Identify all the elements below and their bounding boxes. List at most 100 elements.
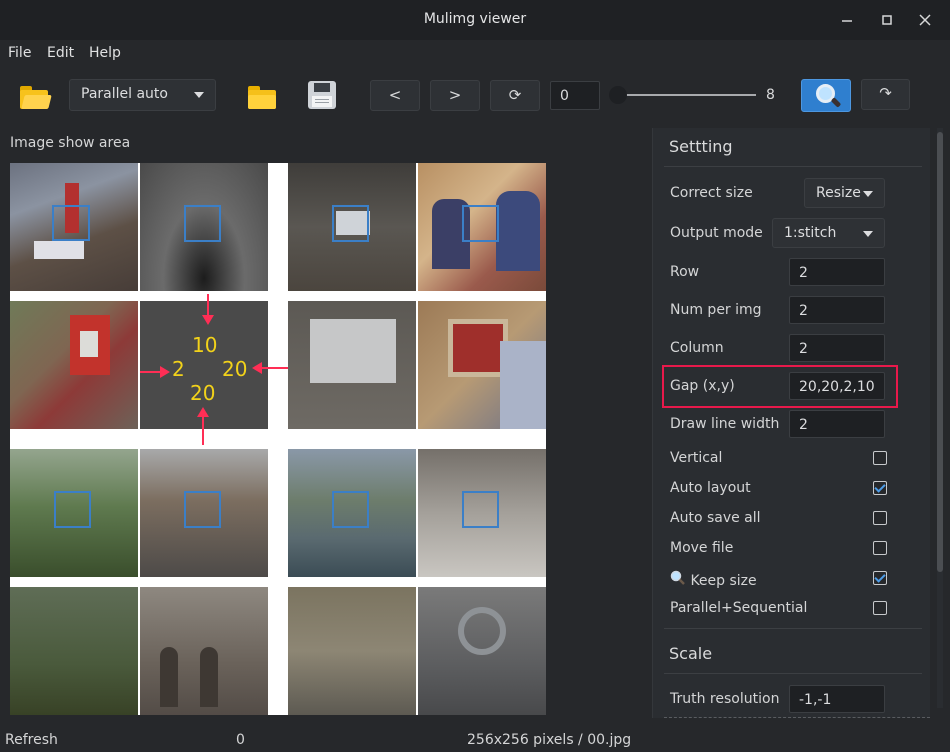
- image-tile: [418, 301, 546, 429]
- selection-box: [462, 491, 499, 528]
- image-tile: [418, 449, 546, 577]
- next-button[interactable]: >: [430, 80, 480, 111]
- chevron-down-icon: [863, 191, 873, 197]
- index-input[interactable]: 0: [550, 81, 600, 110]
- arrowhead-right-icon: [160, 366, 170, 378]
- image-tile: [140, 449, 268, 577]
- image-tile: [418, 163, 546, 291]
- magnifier-icon: [802, 80, 852, 113]
- auto-save-all-checkbox[interactable]: [873, 511, 887, 525]
- rotate-button[interactable]: ↷: [861, 79, 910, 110]
- index-slider[interactable]: [614, 94, 756, 96]
- truth-resolution-label: Truth resolution: [670, 691, 780, 707]
- auto-save-all-label: Auto save all: [670, 510, 761, 526]
- selection-box: [184, 205, 221, 242]
- num-per-img-input[interactable]: 2: [789, 296, 885, 324]
- image-tile: [288, 587, 416, 715]
- gap-highlight-box: [662, 365, 898, 408]
- scale-title: Scale: [669, 644, 713, 663]
- arrow-left-icon: [260, 367, 288, 369]
- image-tile: [288, 301, 416, 429]
- save-icon[interactable]: [308, 81, 336, 109]
- scale-divider: [664, 628, 922, 629]
- correct-size-value: Resize: [816, 185, 861, 201]
- status-right: 256x256 pixels / 00.jpg: [467, 732, 632, 748]
- chevron-down-icon: [863, 231, 873, 237]
- close-icon[interactable]: [912, 8, 938, 32]
- scale-title-divider: [664, 673, 922, 674]
- chevron-down-icon: [194, 92, 204, 98]
- minimize-icon[interactable]: [834, 8, 860, 32]
- mode-select-value: Parallel auto: [81, 86, 168, 102]
- auto-layout-label: Auto layout: [670, 480, 751, 496]
- output-mode-select[interactable]: 1:stitch: [772, 218, 885, 248]
- arrowhead-left-icon: [252, 362, 262, 374]
- selection-box: [54, 491, 91, 528]
- draw-line-width-label: Draw line width: [670, 416, 780, 432]
- selection-box: [184, 491, 221, 528]
- output-folder-icon[interactable]: [248, 83, 278, 111]
- open-folder-icon[interactable]: [20, 83, 52, 111]
- move-file-checkbox[interactable]: [873, 541, 887, 555]
- previous-button[interactable]: <: [370, 80, 420, 111]
- row-label: Row: [670, 264, 700, 280]
- image-tile: [10, 301, 138, 429]
- image-area-label: Image show area: [10, 135, 131, 151]
- auto-layout-checkbox[interactable]: [873, 481, 887, 495]
- index-slider-handle[interactable]: [609, 86, 627, 104]
- parallel-sequential-label: Parallel+Sequential: [670, 600, 808, 616]
- draw-line-width-input[interactable]: 2: [789, 410, 885, 438]
- keep-size-row: Keep size: [670, 570, 757, 589]
- output-mode-label: Output mode: [670, 225, 763, 241]
- vertical-label: Vertical: [670, 450, 723, 466]
- gap-top-label: 10: [192, 333, 218, 357]
- image-tile: [10, 587, 138, 715]
- image-tile: [10, 163, 138, 291]
- settings-scrollbar[interactable]: [937, 128, 943, 708]
- image-tile: [288, 449, 416, 577]
- image-tile: [10, 449, 138, 577]
- keep-size-label: Keep size: [690, 573, 757, 589]
- status-left: Refresh: [5, 732, 58, 748]
- parallel-sequential-checkbox[interactable]: [873, 601, 887, 615]
- num-per-img-label: Num per img: [670, 302, 762, 318]
- refresh-button[interactable]: ⟳: [490, 80, 540, 111]
- magnifier-button[interactable]: [801, 79, 851, 112]
- arrowhead-down-icon: [202, 315, 214, 325]
- image-tile: [418, 587, 546, 715]
- move-file-label: Move file: [670, 540, 734, 556]
- menu-help[interactable]: Help: [89, 45, 121, 61]
- gap-right-label: 20: [222, 357, 248, 381]
- image-tile: [288, 163, 416, 291]
- maximize-icon[interactable]: [874, 8, 900, 32]
- row-input[interactable]: 2: [789, 258, 885, 286]
- arrow-up-icon: [202, 415, 204, 445]
- image-show-area[interactable]: 10 2 20 20: [10, 163, 546, 715]
- vertical-checkbox[interactable]: [873, 451, 887, 465]
- slider-max-label: 8: [766, 87, 775, 103]
- status-middle: 0: [236, 732, 245, 748]
- output-mode-value: 1:stitch: [784, 225, 837, 241]
- keep-size-checkbox[interactable]: [873, 571, 887, 585]
- image-tile: [140, 163, 268, 291]
- settings-divider: [664, 166, 922, 167]
- gap-left-label: 2: [172, 357, 185, 381]
- truth-resolution-input[interactable]: -1,-1: [789, 685, 885, 713]
- gap-bottom-label: 20: [190, 381, 216, 405]
- correct-size-select[interactable]: Resize: [804, 178, 885, 208]
- selection-box: [332, 205, 369, 242]
- title-bar: Mulimg viewer: [0, 0, 950, 40]
- selection-box: [332, 491, 369, 528]
- mode-select[interactable]: Parallel auto: [69, 79, 216, 111]
- settings-title: Settting: [669, 137, 733, 156]
- image-tile: [140, 587, 268, 715]
- correct-size-label: Correct size: [670, 185, 753, 201]
- column-input[interactable]: 2: [789, 334, 885, 362]
- menu-file[interactable]: File: [8, 45, 31, 61]
- selection-box: [462, 205, 499, 242]
- column-label: Column: [670, 340, 724, 356]
- menu-edit[interactable]: Edit: [47, 45, 74, 61]
- scrollbar-thumb[interactable]: [937, 132, 943, 572]
- selection-box: [52, 205, 90, 241]
- menu-bar: File Edit Help: [0, 40, 950, 68]
